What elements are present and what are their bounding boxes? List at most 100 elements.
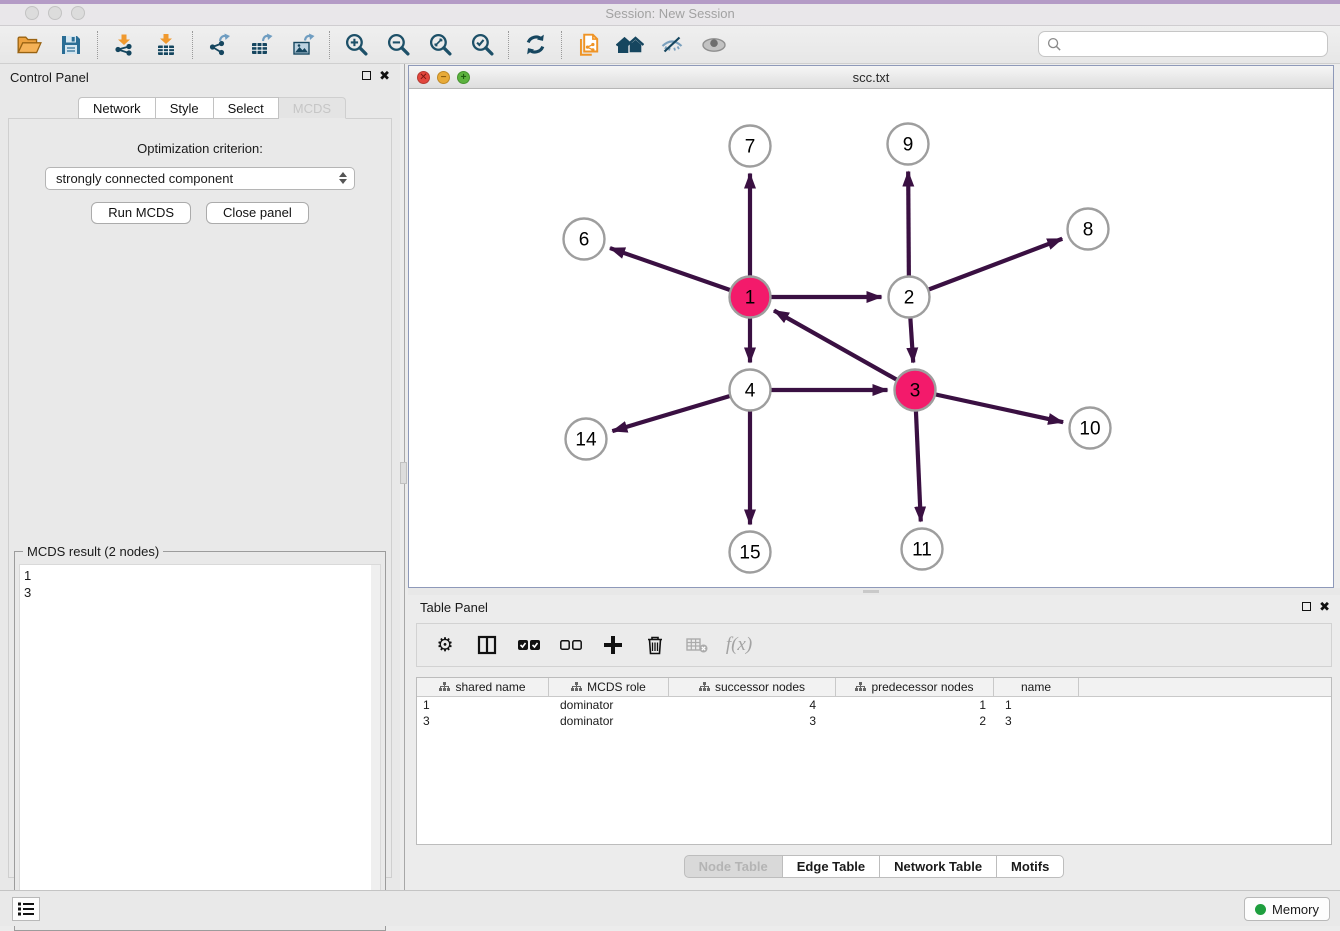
table-cell[interactable]: 3 [994,713,1079,729]
open-session-icon[interactable] [8,29,50,61]
columns-icon[interactable] [473,630,501,660]
graph-node-8[interactable]: 8 [1068,209,1109,250]
result-line: 1 [24,567,376,584]
search-input[interactable] [1068,37,1319,52]
show-graphics-eye-icon[interactable] [693,29,735,61]
splitter-handle[interactable] [400,462,407,484]
export-network-icon[interactable] [198,29,240,61]
delete-table-icon[interactable] [683,630,711,660]
graph-node-4[interactable]: 4 [730,370,771,411]
column-label: predecessor nodes [871,680,973,694]
column-header-successor-nodes[interactable]: successor nodes [669,678,836,696]
clone-network-icon[interactable] [567,29,609,61]
mcds-result-title: MCDS result (2 nodes) [23,544,163,559]
function-builder-icon[interactable]: f(x) [725,630,753,660]
table-cell[interactable]: 3 [417,713,549,729]
graph-node-6[interactable]: 6 [564,219,605,260]
zoom-fit-icon[interactable] [419,29,461,61]
close-panel-button[interactable]: Close panel [206,202,309,224]
close-panel-icon[interactable]: ✖ [1319,601,1330,612]
tab-edge-table[interactable]: Edge Table [783,855,880,878]
graph-node-2[interactable]: 2 [889,277,930,318]
table-cell[interactable]: 1 [417,697,549,713]
tab-motifs[interactable]: Motifs [997,855,1064,878]
run-mcds-button[interactable]: Run MCDS [91,202,191,224]
horizontal-splitter[interactable] [408,588,1340,595]
graph-node-1[interactable]: 1 [730,277,771,318]
svg-text:4: 4 [745,381,756,402]
table-cell[interactable]: 1 [836,697,994,713]
close-panel-icon[interactable]: ✖ [379,70,390,81]
tab-mcds[interactable]: MCDS [279,97,346,119]
table-cell[interactable]: 4 [669,697,836,713]
graph-node-14[interactable]: 14 [566,419,607,460]
import-network-icon[interactable] [103,29,145,61]
task-history-button[interactable] [12,897,40,921]
refresh-layout-icon[interactable] [514,29,556,61]
graph-node-10[interactable]: 10 [1070,408,1111,449]
float-panel-icon[interactable] [1302,602,1311,611]
graph-node-7[interactable]: 7 [730,126,771,167]
tab-select[interactable]: Select [214,97,279,119]
graph-node-15[interactable]: 15 [730,532,771,573]
edge-1-6[interactable] [610,248,750,297]
table-row[interactable]: 1dominator411 [417,697,1331,713]
zoom-in-icon[interactable] [335,29,377,61]
delete-row-trash-icon[interactable] [641,630,669,660]
tab-style[interactable]: Style [156,97,214,119]
graph-node-11[interactable]: 11 [902,529,943,570]
column-header-mcds-role[interactable]: MCDS role [549,678,669,696]
hide-graphics-eye-icon[interactable] [651,29,693,61]
task-list-icon [18,902,34,916]
table-cell[interactable]: 1 [994,697,1079,713]
table-cell[interactable]: 3 [669,713,836,729]
edge-2-8[interactable] [909,239,1062,297]
splitter-handle[interactable] [863,590,879,593]
edge-3-1[interactable] [774,311,915,390]
table-row[interactable]: 3dominator323 [417,713,1331,729]
import-table-icon[interactable] [145,29,187,61]
table-cell[interactable]: dominator [549,697,669,713]
zoom-selected-icon[interactable] [461,29,503,61]
mcds-result-list[interactable]: 13 [19,564,381,924]
table-body: 1dominator4113dominator323 [417,697,1331,729]
search-field[interactable] [1038,31,1328,57]
column-header-predecessor-nodes[interactable]: predecessor nodes [836,678,994,696]
zoom-out-icon[interactable] [377,29,419,61]
table-toolbar: ⚙ f(x) [416,623,1332,667]
column-header-name[interactable]: name [994,678,1079,696]
column-label: name [1021,680,1051,694]
float-panel-icon[interactable] [362,71,371,80]
tab-network-table[interactable]: Network Table [880,855,997,878]
edge-3-10[interactable] [915,390,1063,422]
table-cell[interactable]: 2 [836,713,994,729]
save-session-icon[interactable] [50,29,92,61]
memory-button[interactable]: Memory [1244,897,1330,921]
deselect-all-icon[interactable] [557,630,585,660]
graph-node-9[interactable]: 9 [888,124,929,165]
add-row-icon[interactable] [599,630,627,660]
tab-network[interactable]: Network [78,97,156,119]
app-titlebar: Session: New Session [0,0,1340,26]
gear-icon[interactable]: ⚙ [431,630,459,660]
export-image-icon[interactable] [282,29,324,61]
table-panel: Table Panel ✖ ⚙ f(x) shared nameMCDS rol… [408,595,1340,890]
network-window-titlebar[interactable]: ✕ − + scc.txt [409,66,1333,89]
network-graph[interactable]: 1 2 3 4 6 7 8 9 10 11 14 15 [409,89,1333,587]
home-view-icon[interactable] [609,29,651,61]
column-header-shared-name[interactable]: shared name [417,678,549,696]
graph-node-3[interactable]: 3 [895,370,936,411]
table-cell[interactable]: dominator [549,713,669,729]
svg-text:2: 2 [904,288,915,309]
export-table-icon[interactable] [240,29,282,61]
hierarchy-sort-icon [855,682,866,692]
column-label: successor nodes [715,680,805,694]
optimization-criterion-dropdown[interactable]: strongly connected component [45,167,355,190]
main-toolbar [0,26,1340,64]
tab-node-table[interactable]: Node Table [684,855,783,878]
network-canvas[interactable]: 1 2 3 4 6 7 8 9 10 11 14 15 [409,89,1333,587]
result-scrollbar[interactable] [371,565,380,923]
vertical-splitter[interactable] [400,64,408,890]
mcds-result-lines: 13 [24,567,376,601]
select-all-icon[interactable] [515,630,543,660]
